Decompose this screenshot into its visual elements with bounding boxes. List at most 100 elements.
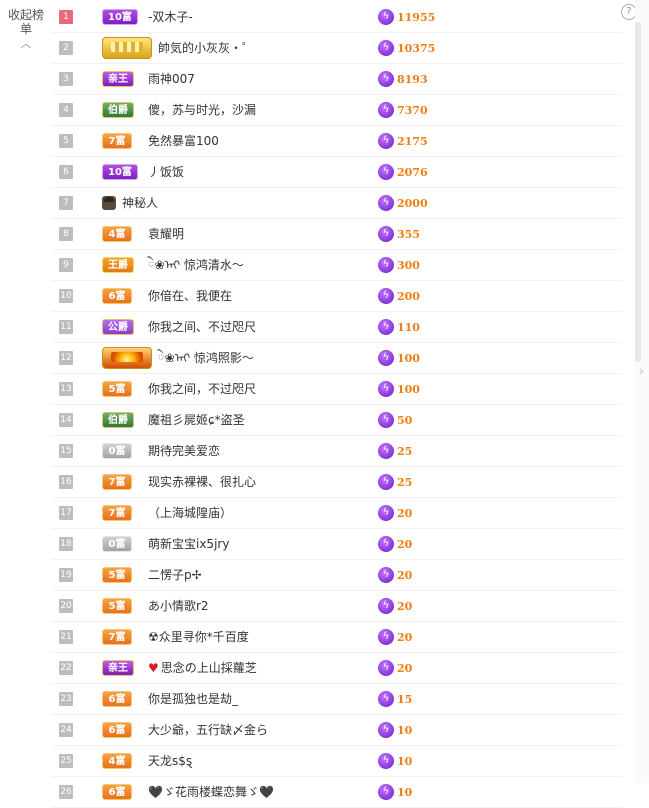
level-badge: 5富 [102,567,132,583]
ranking-row[interactable]: 11 公爵 你我之间、不过咫尺 ϟ 110 [52,312,622,343]
user-name-text: 你是孤独也是劫_ [148,692,239,706]
score-value: 25 [397,475,413,489]
score-value: 2175 [397,134,428,148]
user-name[interactable]: （上海城隍庙） [148,504,232,522]
user-name[interactable]: 萌新宝宝ix5jry [148,535,229,553]
ranking-row[interactable]: 8 4富 袁耀明 ϟ 355 [52,219,622,250]
user-name[interactable]: ♥ 思念の上山採蘿芝 [148,659,257,677]
score-value: 10375 [397,41,436,55]
lightning-icon: ϟ [378,71,394,87]
score-wrap: ϟ 20 [378,659,412,677]
user-name-text: 袁耀明 [148,227,185,241]
level-badge: 6富 [102,691,132,707]
level-badge: 10富 [102,164,138,180]
rank-number: 9 [59,258,73,272]
user-name[interactable]: 魔祖彡屍姬ɕ*盗圣 [148,411,245,429]
lightning-icon: ϟ [378,753,394,769]
user-name[interactable]: 二愣子p✢ [148,566,202,584]
score-value: 10 [397,723,413,737]
ranking-row[interactable]: 26 6富 🖤ゞ花雨楼蝶恋舞ゞ🖤 ϟ 10 [52,777,622,808]
ranking-row[interactable]: 4 伯爵 傻，苏与时光，沙漏 ϟ 7370 [52,95,622,126]
heart-icon: ♥ [148,661,159,675]
user-name[interactable]: -双木子- [148,8,193,26]
user-name[interactable]: 🖤ゞ花雨楼蝶恋舞ゞ🖤 [148,783,274,801]
ranking-row[interactable]: 2 帥気的小灰灰・゜ ϟ 10375 [52,33,622,64]
user-name-text: 丿饭饭 [148,165,185,179]
user-name[interactable]: 期待完美爱恋 [148,442,220,460]
score-wrap: ϟ 10 [378,752,412,770]
user-name[interactable]: 雨神007 [148,70,195,88]
lightning-icon: ϟ [378,164,394,180]
lightning-icon: ϟ [378,9,394,25]
ranking-row[interactable]: 5 7富 免然暴富100 ϟ 2175 [52,126,622,157]
ranking-row[interactable]: 13 5富 你我之间，不过咫尺 ϟ 100 [52,374,622,405]
user-name[interactable]: 丿饭饭 [148,163,184,181]
score-value: 20 [397,599,413,613]
level-badge: 伯爵 [102,412,134,428]
user-name[interactable]: 大少爺，五行缺〆金ら [148,721,268,739]
score-value: 15 [397,692,413,706]
rank-number: 16 [59,475,73,489]
ranking-row[interactable]: 19 5富 二愣子p✢ ϟ 20 [52,560,622,591]
user-name[interactable]: 免然暴富100 [148,132,219,150]
level-badge-wrap [102,193,116,213]
user-name[interactable]: 袁耀明 [148,225,184,243]
level-badge-wrap: 伯爵 [102,100,134,120]
user-name[interactable]: 傻，苏与时光，沙漏 [148,101,256,119]
ranking-row[interactable]: 1 10富 -双木子-ϟ 11955 [52,2,622,33]
user-name-text: -双木子- [148,10,193,24]
level-badge: 4富 [102,753,132,769]
ranking-row[interactable]: 9 王爵ེ❀ᠠᡳ 惊鸿清水～ ϟ 300 [52,250,622,281]
collapse-ranking-button[interactable]: 收起榜单 ︿ [8,8,44,51]
ranking-row[interactable]: 24 6富 大少爺，五行缺〆金ら ϟ 10 [52,715,622,746]
user-name[interactable]: ེ❀ᠠᡳ 惊鸿清水～ [148,256,244,274]
ranking-row[interactable]: 14 伯爵 魔祖彡屍姬ɕ*盗圣 ϟ 50 [52,405,622,436]
score-wrap: ϟ 10 [378,783,412,801]
ranking-row[interactable]: 17 7富 （上海城隍庙） ϟ 20 [52,498,622,529]
user-name[interactable]: 你我之间、不过咫尺 [148,318,256,336]
score-wrap: ϟ 2000 [378,194,428,212]
level-badge-wrap [102,347,152,369]
level-badge-wrap: 0富 [102,534,132,554]
ranking-row[interactable]: 15 0富 期待完美爱恋 ϟ 25 [52,436,622,467]
ranking-row[interactable]: 22 亲王 ♥ 思念の上山採蘿芝 ϟ 20 [52,653,622,684]
level-badge: 7富 [102,133,132,149]
user-name[interactable]: ེ❀ᠠᡳ 惊鸿照影～ [158,349,254,367]
level-badge-wrap: 6富 [102,286,132,306]
level-badge: 5富 [102,381,132,397]
ranking-row[interactable]: 16 7富 现实赤裸裸、很扎心 ϟ 25 [52,467,622,498]
score-wrap: ϟ 7370 [378,101,428,119]
score-wrap: ϟ 20 [378,566,412,584]
user-name[interactable]: 天龙s$ȿ [148,752,192,770]
mystery-user-icon [102,196,116,210]
ranking-row[interactable]: 6 10富 丿饭饭 ϟ 2076 [52,157,622,188]
user-name[interactable]: 神秘人 [122,194,158,212]
level-badge-wrap: 公爵 [102,317,134,337]
user-name[interactable]: 你我之间，不过咫尺 [148,380,256,398]
level-badge-wrap: 6富 [102,689,132,709]
user-name[interactable]: ☢众里寻你*千百度 [148,628,249,646]
user-name[interactable]: 你是孤独也是劫_ [148,690,238,708]
ranking-row[interactable]: 23 6富 你是孤独也是劫_ ϟ 15 [52,684,622,715]
user-name[interactable]: 现实赤裸裸、很扎心 [148,473,256,491]
ranking-row[interactable]: 10 6富 你偣在、我便在 ϟ 200 [52,281,622,312]
scrollbar-thumb[interactable] [635,22,641,362]
level-badge: 王爵 [102,257,134,273]
rank-number: 19 [59,568,73,582]
chevron-right-icon[interactable]: › [639,364,644,378]
user-name-text: 雨神007 [148,72,195,86]
ranking-row[interactable]: 12ེ❀ᠠᡳ 惊鸿照影～ ϟ 100 [52,343,622,374]
rank-number: 1 [59,10,73,24]
user-name[interactable]: 帥気的小灰灰・゜ [158,39,254,57]
ranking-row[interactable]: 21 7富 ☢众里寻你*千百度 ϟ 20 [52,622,622,653]
ranking-row[interactable]: 3 亲王 雨神007 ϟ 8193 [52,64,622,95]
ranking-row[interactable]: 7 神秘人 ϟ 2000 [52,188,622,219]
ranking-row[interactable]: 25 4富 天龙s$ȿ ϟ 10 [52,746,622,777]
ranking-row[interactable]: 18 0富 萌新宝宝ix5jry ϟ 20 [52,529,622,560]
user-name[interactable]: 你偣在、我便在 [148,287,232,305]
level-badge: 亲王 [102,660,134,676]
user-name-text: ེ❀ᠠᡳ 惊鸿清水～ [148,258,244,272]
user-name[interactable]: あ小情歌r2 [148,597,209,615]
ranking-row[interactable]: 20 5富 あ小情歌r2 ϟ 20 [52,591,622,622]
level-badge: 7富 [102,474,132,490]
